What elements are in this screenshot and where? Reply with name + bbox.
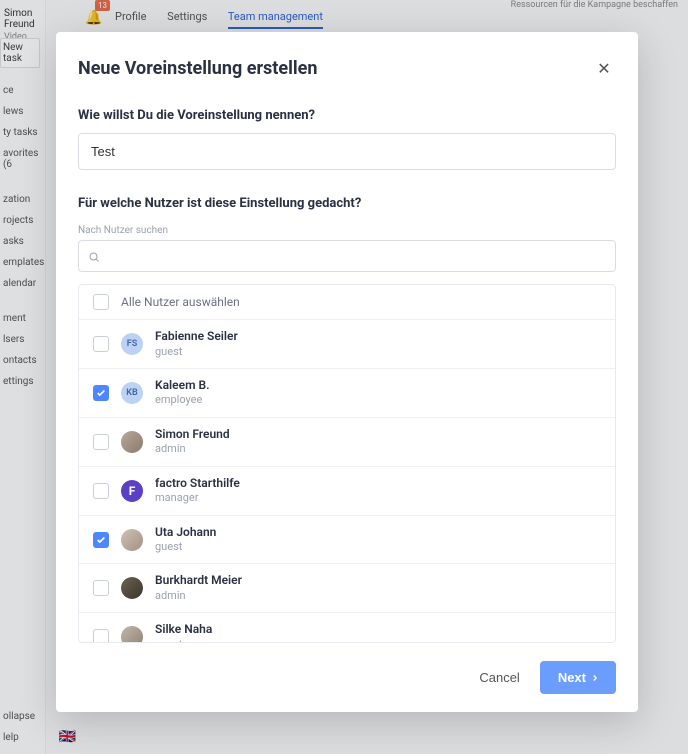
user-checkbox[interactable] (93, 434, 109, 450)
user-list: Alle Nutzer auswählen FSFabienne Seilerg… (78, 284, 616, 643)
user-checkbox[interactable] (93, 385, 109, 401)
user-info: Fabienne Seilerguest (155, 329, 238, 359)
next-label: Next (558, 670, 586, 685)
user-role: admin (155, 589, 242, 603)
user-role: guest (155, 638, 212, 643)
cancel-button[interactable]: Cancel (475, 664, 523, 691)
user-row[interactable]: Simon Freundadmin (79, 418, 615, 467)
user-row[interactable]: Uta Johannguest (79, 516, 615, 565)
user-name: Simon Freund (155, 427, 230, 443)
user-info: Kaleem B.employee (155, 378, 210, 408)
user-name: Silke Naha (155, 622, 212, 638)
user-info: Simon Freundadmin (155, 427, 230, 457)
close-button[interactable]: ✕ (592, 58, 616, 82)
user-role: admin (155, 442, 230, 456)
user-row[interactable]: Burkhardt Meieradmin (79, 564, 615, 613)
user-name: Kaleem B. (155, 378, 210, 394)
user-search-input[interactable] (78, 240, 616, 272)
user-role: guest (155, 345, 238, 359)
user-name: Burkhardt Meier (155, 573, 242, 589)
avatar: FS (121, 333, 143, 355)
select-all-label: Alle Nutzer auswählen (121, 295, 240, 309)
user-role: manager (155, 491, 240, 505)
avatar (121, 529, 143, 551)
create-preset-modal: Neue Voreinstellung erstellen ✕ Wie will… (56, 32, 638, 712)
preset-name-input[interactable] (78, 133, 616, 170)
user-name: factro Starthilfe (155, 476, 240, 492)
user-info: Silke Nahaguest (155, 622, 212, 643)
user-row[interactable]: KB Kaleem B.employee (79, 369, 615, 418)
user-role: employee (155, 393, 210, 407)
user-info: factro Starthilfemanager (155, 476, 240, 506)
user-info: Uta Johannguest (155, 525, 216, 555)
user-row[interactable]: FS Fabienne Seilerguest (79, 320, 615, 369)
modal-title: Neue Voreinstellung erstellen (78, 58, 317, 79)
user-checkbox[interactable] (93, 532, 109, 548)
user-checkbox[interactable] (93, 580, 109, 596)
avatar (121, 431, 143, 453)
user-checkbox[interactable] (93, 629, 109, 643)
user-name: Fabienne Seiler (155, 329, 238, 345)
avatar (121, 577, 143, 599)
search-hint: Nach Nutzer suchen (78, 225, 616, 236)
users-question: Für welche Nutzer ist diese Einstellung … (78, 196, 616, 211)
select-all-row[interactable]: Alle Nutzer auswählen (79, 285, 615, 320)
user-row[interactable]: Silke Nahaguest (79, 613, 615, 643)
user-checkbox[interactable] (93, 336, 109, 352)
user-info: Burkhardt Meieradmin (155, 573, 242, 603)
user-checkbox[interactable] (93, 483, 109, 499)
close-icon: ✕ (597, 61, 610, 78)
next-button[interactable]: Next (540, 661, 616, 694)
chevron-right-icon (590, 673, 600, 683)
user-name: Uta Johann (155, 525, 216, 541)
modal-footer: Cancel Next (78, 661, 616, 694)
name-question: Wie willst Du die Voreinstellung nennen? (78, 108, 616, 123)
search-icon (88, 251, 100, 263)
select-all-checkbox[interactable] (93, 294, 109, 310)
avatar (121, 626, 143, 643)
avatar: KB (121, 382, 143, 404)
avatar: F (121, 480, 143, 502)
user-row[interactable]: Ffactro Starthilfemanager (79, 467, 615, 516)
user-role: guest (155, 540, 216, 554)
